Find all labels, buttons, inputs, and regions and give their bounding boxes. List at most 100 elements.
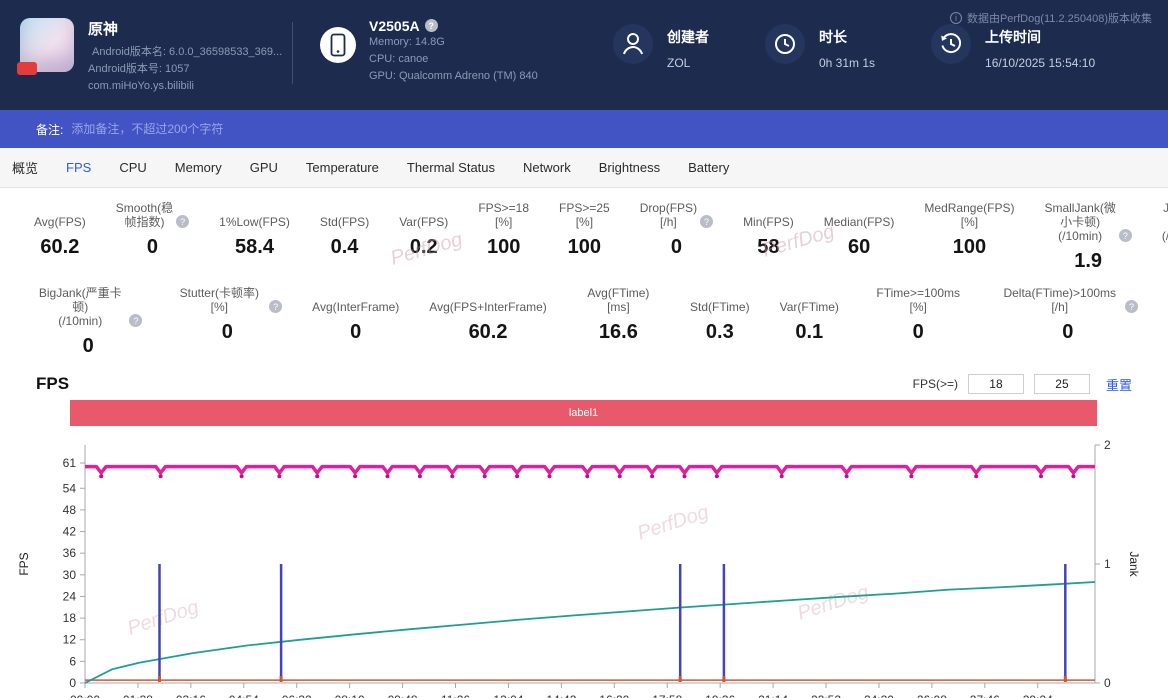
info-icon[interactable] bbox=[129, 314, 142, 327]
svg-text:PerfDog: PerfDog bbox=[795, 581, 872, 625]
svg-text:01:38: 01:38 bbox=[123, 693, 153, 698]
tab-cpu[interactable]: CPU bbox=[119, 160, 146, 175]
svg-text:PerfDog: PerfDog bbox=[635, 501, 712, 545]
metric-value: 0.3 bbox=[690, 321, 750, 344]
tab-memory[interactable]: Memory bbox=[175, 160, 222, 175]
svg-text:14:42: 14:42 bbox=[546, 693, 576, 698]
svg-text:36: 36 bbox=[63, 546, 77, 560]
device-model: V2505A bbox=[369, 18, 538, 34]
tab-fps[interactable]: FPS bbox=[66, 160, 91, 175]
metric-label: Avg(InterFrame) bbox=[312, 300, 399, 314]
metric-value: 1.9 bbox=[1044, 250, 1131, 273]
metric-value: 0.2 bbox=[399, 236, 448, 259]
svg-text:26:08: 26:08 bbox=[917, 693, 947, 698]
fps-threshold-controls: FPS(>=) 重置 bbox=[913, 374, 1132, 394]
fps-jank-chart[interactable]: PerfDogPerfDogPerfDog0612182430364248546… bbox=[0, 430, 1168, 698]
metrics-row-2: BigJank(严重卡顿) (/10min)0Stutter(卡顿率) [%]0… bbox=[0, 286, 1168, 358]
metric-label: Avg(FPS) bbox=[34, 215, 86, 229]
metric-value: 100 bbox=[478, 236, 529, 259]
device-gpu: GPU: Qualcomm Adreno (TM) 840 bbox=[369, 68, 538, 85]
metric: Min(FPS)58 bbox=[743, 201, 794, 273]
svg-text:30: 30 bbox=[63, 568, 77, 582]
svg-text:22:52: 22:52 bbox=[811, 693, 841, 698]
metric-label: Jank(卡顿) (/10min) bbox=[1162, 201, 1168, 243]
info-icon[interactable] bbox=[700, 215, 713, 228]
metric-value: 0 bbox=[34, 335, 142, 358]
info-icon bbox=[950, 12, 962, 24]
metric-label: Avg(FPS+InterFrame) bbox=[429, 300, 546, 314]
tab-network[interactable]: Network bbox=[523, 160, 571, 175]
app-version-code: Android版本号: 1057 bbox=[88, 61, 278, 78]
metrics-row-1: Avg(FPS) 60.2 Smooth(稳帧指数) 0 1%Low(FPS) 58.4 S… bbox=[0, 201, 1168, 273]
svg-text:Jank: Jank bbox=[1127, 551, 1141, 577]
info-icon[interactable] bbox=[1125, 300, 1138, 313]
metric-label: Delta(FTime)>100ms [/h] bbox=[998, 286, 1123, 314]
svg-text:06:32: 06:32 bbox=[282, 693, 312, 698]
svg-text:21:14: 21:14 bbox=[758, 693, 788, 698]
tab-temperature[interactable]: Temperature bbox=[306, 160, 379, 175]
header-divider bbox=[292, 22, 293, 84]
metric-value: 0 bbox=[172, 321, 282, 344]
info-icon[interactable] bbox=[176, 215, 189, 228]
metric-label: Std(FTime) bbox=[690, 300, 750, 314]
device-info-icon[interactable] bbox=[425, 19, 438, 32]
metric-value: 58.4 bbox=[219, 236, 290, 259]
svg-text:0: 0 bbox=[1104, 676, 1111, 690]
svg-text:04:54: 04:54 bbox=[229, 693, 259, 698]
metric: Avg(InterFrame)0 bbox=[312, 286, 399, 358]
metric-value: 60.2 bbox=[34, 236, 86, 259]
device-cpu: CPU: canoe bbox=[369, 51, 538, 68]
svg-text:00:00: 00:00 bbox=[70, 693, 100, 698]
app-info: 原神 Android版本名: 6.0.0_36598533_369... And… bbox=[88, 18, 278, 95]
metric-label: Smooth(稳帧指数) bbox=[116, 201, 173, 229]
metric-label: Min(FPS) bbox=[743, 215, 794, 229]
metric-label: BigJank(严重卡顿) (/10min) bbox=[34, 286, 126, 328]
metric: FTime>=100ms [%]0 bbox=[869, 286, 968, 358]
metric-label: 1%Low(FPS) bbox=[219, 215, 290, 229]
svg-text:27:46: 27:46 bbox=[970, 693, 1000, 698]
info-icon[interactable] bbox=[1119, 229, 1132, 242]
metric-value: 0 bbox=[116, 236, 189, 259]
metric: Avg(FPS+InterFrame)60.2 bbox=[429, 286, 546, 358]
tab-概览[interactable]: 概览 bbox=[12, 158, 38, 177]
metric: FPS>=25 [%]100 bbox=[559, 201, 610, 273]
reset-link[interactable]: 重置 bbox=[1106, 375, 1132, 394]
tab-battery[interactable]: Battery bbox=[688, 160, 729, 175]
app-name: 原神 bbox=[88, 18, 278, 39]
fps-threshold-input-2[interactable] bbox=[1034, 374, 1090, 394]
chart-label-banner[interactable]: label1 bbox=[70, 400, 1097, 426]
metric-label: Drop(FPS) [/h] bbox=[640, 201, 697, 229]
fps-threshold-label: FPS(>=) bbox=[913, 377, 958, 391]
metric: BigJank(严重卡顿) (/10min) 0 bbox=[34, 286, 142, 358]
metric: 1%Low(FPS) 58.4 bbox=[219, 201, 290, 273]
device-info: V2505A Memory: 14.8G CPU: canoe GPU: Qua… bbox=[319, 18, 557, 85]
svg-text:13:04: 13:04 bbox=[493, 693, 523, 698]
duration-value: 0h 31m 1s bbox=[819, 56, 875, 70]
metric: MedRange(FPS)[%]100 bbox=[924, 201, 1014, 273]
metric: Std(FTime) 0.3 bbox=[690, 286, 750, 358]
metric-label: SmallJank(微小卡顿) (/10min) bbox=[1044, 201, 1115, 243]
creator-label: 创建者 bbox=[667, 27, 709, 47]
metric-value: 16.6 bbox=[577, 321, 660, 344]
header: 原神 Android版本名: 6.0.0_36598533_369... And… bbox=[0, 0, 1168, 110]
metric-value: 60 bbox=[824, 236, 895, 259]
info-icon[interactable] bbox=[269, 300, 282, 313]
metric: FPS>=18 [%]100 bbox=[478, 201, 529, 273]
chart-area: PerfDogPerfDogPerfDog0612182430364248546… bbox=[0, 430, 1168, 698]
svg-text:09:48: 09:48 bbox=[388, 693, 418, 698]
svg-text:11:26: 11:26 bbox=[441, 693, 470, 698]
metric: Jank(卡顿) (/10min)0 bbox=[1162, 201, 1168, 273]
metric-value: 0 bbox=[998, 321, 1139, 344]
metric-value: 100 bbox=[924, 236, 1014, 259]
fps-threshold-input-1[interactable] bbox=[968, 374, 1024, 394]
remark-input[interactable] bbox=[71, 122, 491, 136]
metric: Avg(FPS) 60.2 bbox=[34, 201, 86, 273]
tab-bar: 概览 FPS CPU Memory GPU Temperature Thermal Stat… bbox=[0, 148, 1168, 188]
clock-icon bbox=[765, 24, 805, 64]
metric: Smooth(稳帧指数) 0 bbox=[116, 201, 189, 273]
metric: SmallJank(微小卡顿) (/10min) 1.9 bbox=[1044, 201, 1131, 273]
tab-gpu[interactable]: GPU bbox=[250, 160, 278, 175]
fps-section-header: FPS FPS(>=) 重置 bbox=[0, 358, 1168, 400]
tab-brightness[interactable]: Brightness bbox=[599, 160, 660, 175]
tab-thermal-status[interactable]: Thermal Status bbox=[407, 160, 495, 175]
